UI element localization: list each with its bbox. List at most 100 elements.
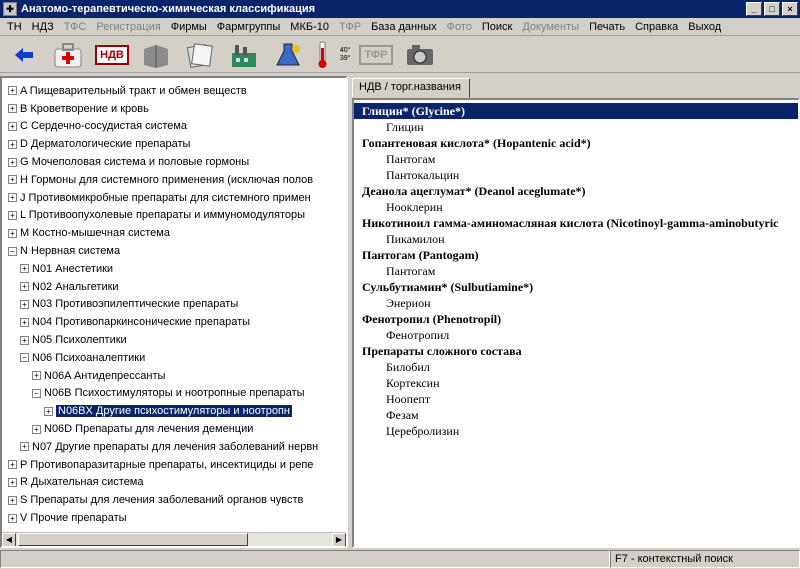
tree-item[interactable]: + R Дыхательная система [2, 474, 346, 492]
expand-icon[interactable]: + [20, 299, 29, 309]
expand-icon[interactable]: + [20, 264, 29, 274]
expand-icon[interactable]: + [32, 424, 41, 434]
expand-icon[interactable]: + [44, 406, 53, 416]
tree-item[interactable]: + N06D Препараты для лечения деменции [2, 420, 346, 438]
close-button[interactable]: × [782, 2, 798, 16]
flask-button[interactable] [268, 39, 308, 71]
expand-icon[interactable]: + [8, 86, 17, 96]
maximize-button[interactable]: □ [764, 2, 780, 16]
expand-icon[interactable]: + [8, 104, 17, 114]
collapse-icon[interactable]: − [32, 388, 41, 398]
drug-group-row[interactable]: Препараты сложного состава [354, 343, 798, 359]
tree-item[interactable]: + A Пищеварительный тракт и обмен веществ [2, 82, 346, 100]
collapse-icon[interactable]: − [8, 246, 17, 256]
drug-group-row[interactable]: Фенотропил (Phenotropil) [354, 311, 798, 327]
menu-item-6[interactable]: МКБ-10 [285, 21, 334, 33]
drug-item-row[interactable]: Энерион [354, 295, 798, 311]
expand-icon[interactable]: + [8, 121, 17, 131]
drug-item-row[interactable]: Пантокальцин [354, 167, 798, 183]
tree-item[interactable]: + C Сердечно-сосудистая система [2, 118, 346, 136]
tree-item[interactable]: + N07 Другие препараты для лечения заболе… [2, 438, 346, 456]
drug-item-row[interactable]: Пантогам [354, 263, 798, 279]
expand-icon[interactable]: + [8, 228, 17, 238]
tree-item[interactable]: + J Противомикробные препараты для систем… [2, 189, 346, 207]
drug-item-row[interactable]: Глицин [354, 119, 798, 135]
minimize-button[interactable]: _ [746, 2, 762, 16]
expand-icon[interactable]: + [20, 442, 29, 452]
menu-item-10[interactable]: Поиск [477, 21, 517, 33]
drug-item-row[interactable]: Пантогам [354, 151, 798, 167]
tree-item[interactable]: + D Дерматологические препараты [2, 135, 346, 153]
expand-icon[interactable]: + [8, 495, 17, 505]
scroll-right-arrow-icon[interactable]: ▶ [332, 533, 346, 546]
drug-group-row[interactable]: Деанола ацеглумат* (Deanol aceglumate*) [354, 183, 798, 199]
expand-icon[interactable]: + [20, 282, 29, 292]
drug-item-row[interactable]: Кортексин [354, 375, 798, 391]
expand-icon[interactable]: + [20, 335, 29, 345]
menu-item-3[interactable]: Регистрация [91, 21, 165, 33]
drug-group-row[interactable]: Гопантеновая кислота* (Hopantenic acid*) [354, 135, 798, 151]
factory-button[interactable] [224, 39, 264, 71]
menu-item-14[interactable]: Выход [683, 21, 726, 33]
drug-group-row[interactable]: Сульбутиамин* (Sulbutiamine*) [354, 279, 798, 295]
tfr-button[interactable]: ТФР [356, 39, 396, 71]
expand-icon[interactable]: + [8, 139, 17, 149]
drug-item-row[interactable]: Пикамилон [354, 231, 798, 247]
drug-item-row[interactable]: Фенотропил [354, 327, 798, 343]
menu-item-4[interactable]: Фирмы [166, 21, 212, 33]
menu-item-11[interactable]: Документы [517, 21, 584, 33]
menu-item-7[interactable]: ТФР [334, 21, 366, 33]
tree-item[interactable]: + N06BX Другие психостимуляторы и ноотроп… [2, 402, 346, 420]
expand-icon[interactable]: + [8, 210, 17, 220]
menu-item-8[interactable]: База данных [366, 21, 442, 33]
tree-item[interactable]: + N01 Анестетики [2, 260, 346, 278]
thermometer-button[interactable]: 40° 39° [312, 39, 352, 71]
menu-item-13[interactable]: Справка [630, 21, 683, 33]
ndv-button[interactable]: НДВ [92, 39, 132, 71]
tree-item[interactable]: − N06B Психостимуляторы и ноотропные преп… [2, 385, 346, 403]
tree-item[interactable]: + N03 Противоэпилептические препараты [2, 296, 346, 314]
expand-icon[interactable]: + [8, 513, 17, 523]
tree-item[interactable]: + P Противопаразитарные препараты, инсект… [2, 456, 346, 474]
documents-button[interactable] [180, 39, 220, 71]
menu-item-9[interactable]: Фото [442, 21, 477, 33]
drug-item-row[interactable]: Ноопепт [354, 391, 798, 407]
menu-item-12[interactable]: Печать [584, 21, 630, 33]
drug-group-row[interactable]: Глицин* (Glycine*) [354, 103, 798, 119]
menu-item-1[interactable]: НДЗ [27, 21, 59, 33]
tree-item[interactable]: + N02 Анальгетики [2, 278, 346, 296]
tree-item[interactable]: + B Кроветворение и кровь [2, 100, 346, 118]
collapse-icon[interactable]: − [20, 353, 29, 363]
expand-icon[interactable]: + [32, 371, 41, 381]
tab-ndv-trade-names[interactable]: НДВ / торг.названия [352, 78, 470, 98]
camera-button[interactable] [400, 39, 440, 71]
tree-item[interactable]: + G Мочеполовая система и половые гормоны [2, 153, 346, 171]
scroll-left-arrow-icon[interactable]: ◀ [2, 533, 16, 546]
tree-item[interactable]: + H Гормоны для системного применения (ис… [2, 171, 346, 189]
drug-item-row[interactable]: Фезам [354, 407, 798, 423]
menu-item-5[interactable]: Фармгруппы [212, 21, 286, 33]
tree-item[interactable]: + M Костно-мышечная система [2, 224, 346, 242]
expand-icon[interactable]: + [8, 157, 17, 167]
scrollbar-thumb[interactable] [18, 533, 248, 546]
tree-item[interactable]: + S Препараты для лечения заболеваний орг… [2, 491, 346, 509]
first-aid-button[interactable] [48, 39, 88, 71]
menu-item-2[interactable]: ТФС [59, 21, 92, 33]
drug-group-row[interactable]: Никотиноил гамма-аминомасляная кислота (… [354, 215, 798, 231]
menu-item-0[interactable]: ТН [2, 21, 27, 33]
horizontal-scrollbar[interactable]: ◀ ▶ [2, 532, 346, 546]
tree-item[interactable]: − N06 Психоаналептики [2, 349, 346, 367]
expand-icon[interactable]: + [8, 477, 17, 487]
tree-item[interactable]: − N Нервная система [2, 242, 346, 260]
drug-item-row[interactable]: Церебролизин [354, 423, 798, 439]
expand-icon[interactable]: + [8, 193, 17, 203]
tree-item[interactable]: + L Противоопухолевые препараты и иммуном… [2, 207, 346, 225]
drug-item-row[interactable]: Нооклерин [354, 199, 798, 215]
expand-icon[interactable]: + [20, 317, 29, 327]
drug-item-row[interactable]: Билобил [354, 359, 798, 375]
tree-item[interactable]: + N06A Антидепрессанты [2, 367, 346, 385]
book-button[interactable] [136, 39, 176, 71]
expand-icon[interactable]: + [8, 175, 17, 185]
tree-item[interactable]: + V Прочие препараты [2, 509, 346, 527]
drug-group-row[interactable]: Пантогам (Pantogam) [354, 247, 798, 263]
